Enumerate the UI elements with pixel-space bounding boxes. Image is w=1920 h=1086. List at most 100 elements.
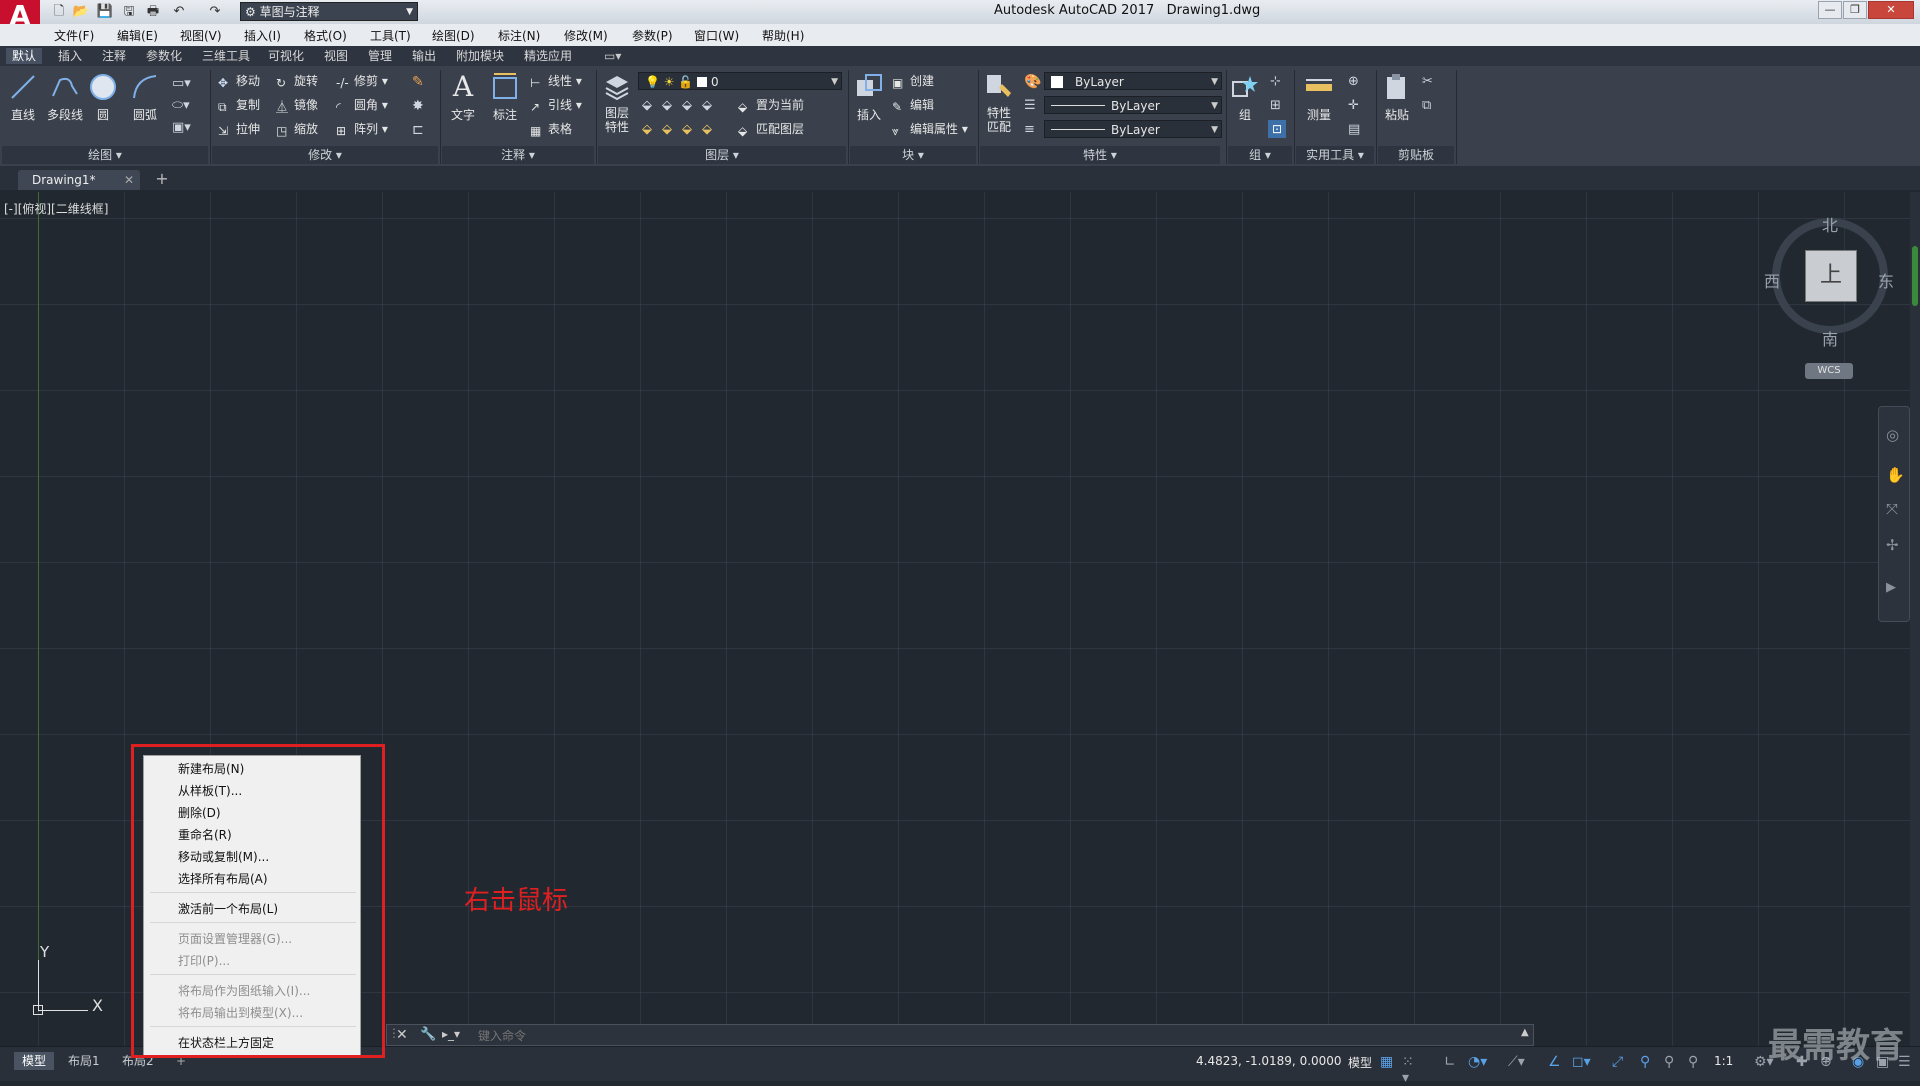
- close-tab-icon[interactable]: ✕: [124, 170, 134, 190]
- layer-dropdown[interactable]: 💡 ☀ 🔓 0 ▼: [638, 72, 842, 90]
- new-tab-button[interactable]: +: [152, 170, 172, 190]
- cut-icon[interactable]: ✂: [1422, 74, 1433, 89]
- steering-wheel-icon[interactable]: ◎: [1886, 426, 1902, 444]
- tab-insert[interactable]: 插入: [52, 48, 88, 64]
- dimension-button[interactable]: 标注: [488, 72, 522, 123]
- table-button[interactable]: ▦ 表格: [530, 120, 572, 138]
- mirror-button[interactable]: ⏅ 镜像: [276, 96, 318, 114]
- set-current-button[interactable]: ⬙ 置为当前: [738, 96, 804, 114]
- annotation-panel-footer[interactable]: 注释 ▾: [442, 146, 594, 164]
- circle-button[interactable]: 圆: [88, 72, 118, 123]
- block-panel-footer[interactable]: 块 ▾: [850, 146, 976, 164]
- annotation-scale-icon[interactable]: ⚲: [1688, 1054, 1704, 1070]
- point-coordinate-icon[interactable]: ✛: [1348, 98, 1359, 113]
- snap-icon[interactable]: ⁙▾: [1402, 1054, 1418, 1086]
- close-button[interactable]: ✕: [1868, 1, 1914, 19]
- annotation-scale-value[interactable]: 1:1: [1714, 1054, 1733, 1068]
- tab-parametric[interactable]: 参数化: [140, 48, 188, 64]
- tab-3d-tools[interactable]: 三维工具: [196, 48, 256, 64]
- color-wheel-icon[interactable]: 🎨: [1024, 74, 1041, 90]
- groups-panel-footer[interactable]: 组 ▾: [1228, 146, 1292, 164]
- zoom-extents-icon[interactable]: ⤧: [1886, 500, 1902, 518]
- match-properties-button[interactable]: 特性匹配: [982, 72, 1016, 134]
- workspace-dropdown[interactable]: ⚙ 草图与注释 ▼: [240, 2, 418, 21]
- layout-tab-1[interactable]: 布局1: [60, 1052, 108, 1070]
- menu-insert[interactable]: 插入(I): [244, 27, 281, 44]
- menu-view[interactable]: 视图(V): [180, 27, 222, 44]
- line-button[interactable]: 直线: [6, 72, 40, 123]
- wrench-icon[interactable]: 🔧: [420, 1027, 436, 1042]
- rectangle-icon[interactable]: ▭▾: [172, 76, 191, 91]
- text-button[interactable]: A 文字: [448, 72, 478, 123]
- copy-clip-icon[interactable]: ⧉: [1422, 98, 1431, 113]
- calculator-icon[interactable]: ▤: [1348, 122, 1360, 137]
- paste-button[interactable]: 粘贴: [1380, 72, 1414, 123]
- command-prompt-icon[interactable]: ▸_▾: [442, 1027, 460, 1041]
- menu-edit[interactable]: 编辑(E): [117, 27, 158, 44]
- pan-hand-icon[interactable]: ✋: [1886, 466, 1905, 484]
- coordinates-readout[interactable]: 4.4823, -1.0189, 0.0000: [1196, 1054, 1342, 1068]
- tab-default[interactable]: 默认: [6, 48, 43, 64]
- undo-icon[interactable]: ↶: [170, 3, 188, 21]
- redo-icon[interactable]: ↷: [206, 3, 224, 21]
- group-select-icon[interactable]: ⊡: [1268, 120, 1286, 138]
- explode-icon[interactable]: ✸: [412, 98, 424, 114]
- layer-tools-row2-icon[interactable]: ⬙⬙⬙⬙: [642, 122, 722, 137]
- tab-output[interactable]: 输出: [406, 48, 442, 64]
- copy-button[interactable]: ⧉ 复制: [218, 96, 260, 114]
- file-tab-drawing1[interactable]: Drawing1* ✕: [18, 170, 140, 190]
- boundary-icon[interactable]: ▣▾: [172, 120, 191, 135]
- scale-button[interactable]: ◳ 缩放: [276, 120, 318, 138]
- array-button[interactable]: ⊞ 阵列 ▾: [336, 120, 388, 138]
- ribbon-toggle-icon[interactable]: ▭▾: [604, 49, 621, 63]
- scrollbar-thumb[interactable]: [1912, 246, 1918, 306]
- compass-north[interactable]: 北: [1822, 212, 1838, 236]
- layer-properties-button[interactable]: 图层特性: [600, 72, 634, 134]
- minimize-button[interactable]: —: [1818, 1, 1842, 19]
- linetype-icon[interactable]: ☰: [1024, 98, 1036, 113]
- menu-file[interactable]: 文件(F): [54, 27, 94, 44]
- menu-tools[interactable]: 工具(T): [370, 27, 411, 44]
- measure-button[interactable]: 测量: [1302, 72, 1336, 123]
- polyline-button[interactable]: 多段线: [44, 72, 86, 123]
- vertical-scrollbar[interactable]: [1910, 192, 1920, 1046]
- model-space-toggle[interactable]: 模型: [1348, 1054, 1372, 1071]
- match-layer-button[interactable]: ⬙ 匹配图层: [738, 120, 804, 138]
- viewport-controls[interactable]: [-][俯视][二维线框]: [4, 200, 108, 217]
- orbit-icon[interactable]: ✢: [1886, 536, 1902, 554]
- rotate-button[interactable]: ↻ 旋转: [276, 72, 318, 90]
- maximize-button[interactable]: ❐: [1843, 1, 1867, 19]
- ungroup-icon[interactable]: ⊹: [1270, 74, 1281, 89]
- group-button[interactable]: 组: [1230, 72, 1260, 123]
- layout-tab-model[interactable]: 模型: [14, 1052, 55, 1070]
- object-snap-tracking-icon[interactable]: ∠: [1548, 1054, 1564, 1070]
- menu-dimension[interactable]: 标注(N): [498, 27, 540, 44]
- isodraft-icon[interactable]: ⟋▾: [1508, 1054, 1525, 1070]
- linear-dim-button[interactable]: ⊢ 线性 ▾: [530, 72, 582, 90]
- compass-east[interactable]: 东: [1878, 268, 1894, 292]
- linetype-dropdown[interactable]: ByLayer ▼: [1044, 96, 1222, 114]
- menu-format[interactable]: 格式(O): [304, 27, 347, 44]
- menu-draw[interactable]: 绘图(D): [432, 27, 475, 44]
- erase-icon[interactable]: ✎: [412, 74, 424, 90]
- edit-block-button[interactable]: ✎ 编辑: [892, 96, 934, 114]
- insert-block-button[interactable]: 插入: [852, 72, 886, 123]
- draw-panel-footer[interactable]: 绘图 ▾: [2, 146, 208, 164]
- menu-modify[interactable]: 修改(M): [564, 27, 608, 44]
- leader-button[interactable]: ↗ 引线 ▾: [530, 96, 582, 114]
- lineweight-dropdown[interactable]: ByLayer ▼: [1044, 120, 1222, 138]
- print-icon[interactable]: 🖶: [144, 3, 162, 21]
- tab-visualize[interactable]: 可视化: [262, 48, 310, 64]
- tab-manage[interactable]: 管理: [362, 48, 398, 64]
- menu-help[interactable]: 帮助(H): [762, 27, 804, 44]
- properties-panel-footer[interactable]: 特性 ▾: [980, 146, 1220, 164]
- command-close-icon[interactable]: ✕: [396, 1027, 408, 1043]
- save-as-icon[interactable]: 🖫: [120, 3, 138, 21]
- tab-featured-apps[interactable]: 精选应用: [518, 48, 578, 64]
- ortho-icon[interactable]: ∟: [1444, 1054, 1460, 1070]
- compass-west[interactable]: 西: [1764, 268, 1780, 292]
- new-file-icon[interactable]: 🗋: [50, 3, 68, 21]
- fillet-button[interactable]: ◜ 圆角 ▾: [336, 96, 388, 114]
- menu-parametric[interactable]: 参数(P): [632, 27, 673, 44]
- wcs-menu[interactable]: WCS: [1805, 363, 1853, 379]
